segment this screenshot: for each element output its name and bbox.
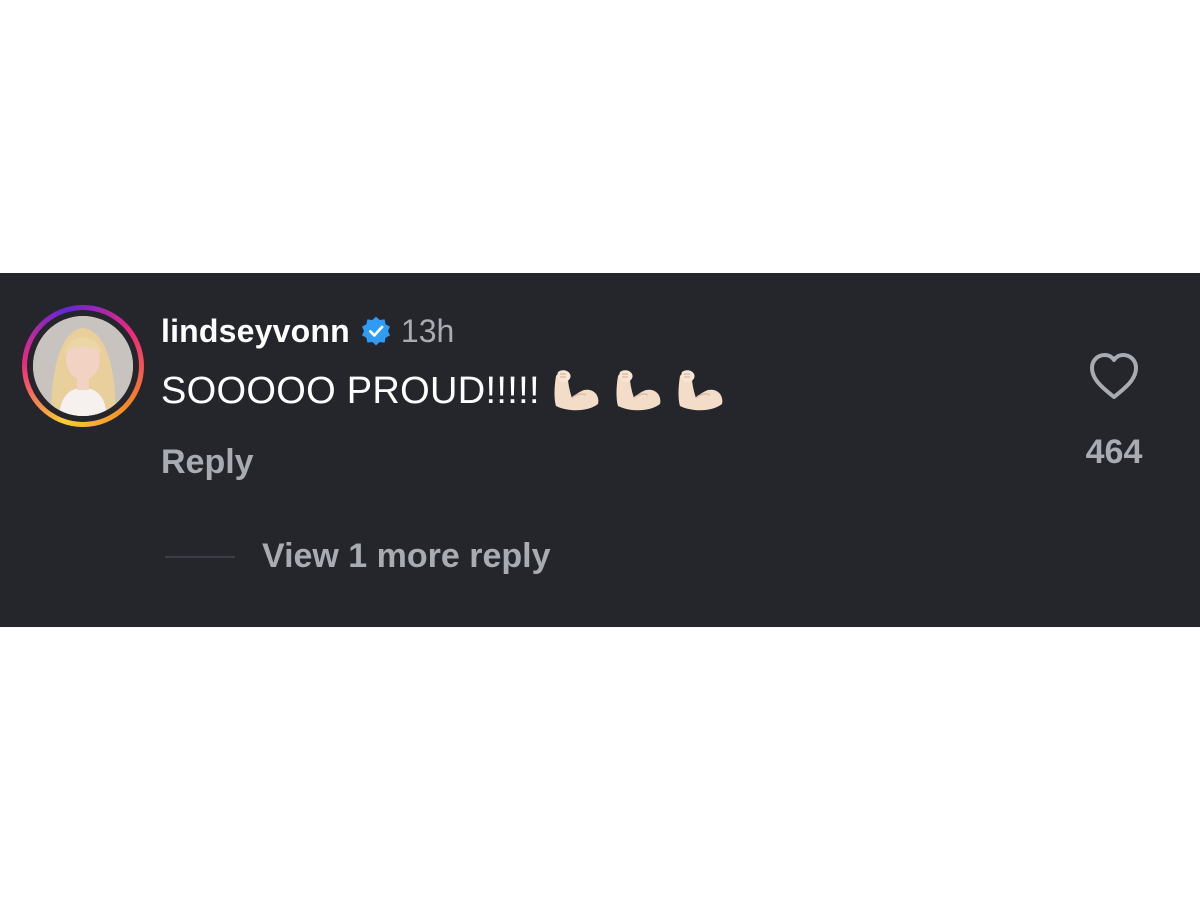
avatar-story-ring[interactable] bbox=[22, 305, 144, 427]
flexed-biceps-icon bbox=[546, 368, 602, 414]
heart-outline-icon[interactable] bbox=[1087, 352, 1141, 402]
comment-body: SOOOOO PROUD!!!!! bbox=[161, 367, 732, 415]
view-replies-button[interactable]: View 1 more reply bbox=[262, 537, 551, 576]
comment-text: SOOOOO PROUD!!!!! bbox=[161, 369, 540, 412]
comment-card: lindseyvonn 13h SOOOOO PROUD!!!!! Reply … bbox=[0, 273, 1200, 627]
like-count: 464 bbox=[1085, 433, 1143, 471]
username[interactable]: lindseyvonn bbox=[161, 313, 350, 350]
reply-button[interactable]: Reply bbox=[161, 443, 254, 482]
avatar[interactable] bbox=[33, 316, 133, 416]
emoji-group bbox=[546, 368, 732, 414]
flexed-biceps-icon bbox=[608, 368, 664, 414]
comment-timestamp: 13h bbox=[400, 312, 455, 349]
avatar-ring-gap bbox=[27, 310, 139, 422]
comment-header: lindseyvonn 13h bbox=[161, 311, 454, 351]
flexed-biceps-icon bbox=[670, 368, 726, 414]
verified-badge-icon bbox=[360, 315, 392, 347]
replies-divider bbox=[165, 556, 235, 558]
avatar-image bbox=[33, 316, 133, 416]
